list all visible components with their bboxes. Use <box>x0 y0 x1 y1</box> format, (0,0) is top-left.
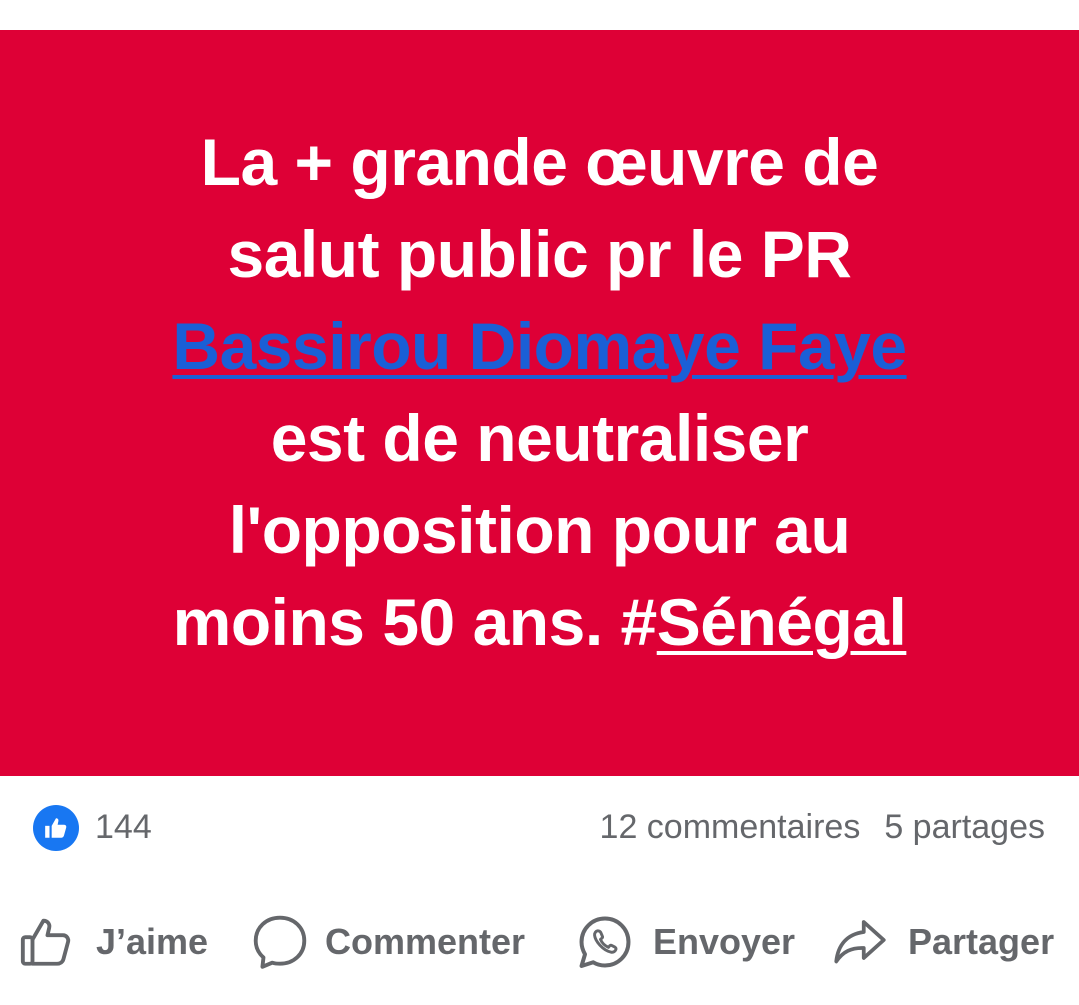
share-button[interactable]: Partager <box>830 900 1054 984</box>
post-text-line: l'opposition pour au <box>228 493 851 567</box>
post-image[interactable]: La + grande œuvre de salut public pr le … <box>0 30 1079 776</box>
speech-bubble-icon <box>249 911 311 973</box>
post-text-line: La + grande œuvre de <box>200 125 879 199</box>
thumbs-up-outline-icon <box>18 913 76 971</box>
action-bar: J’aime Commenter Envoyer Partager <box>0 900 1079 984</box>
post-text: La + grande œuvre de salut public pr le … <box>172 116 907 668</box>
post-text-line: salut public pr le PR <box>227 217 852 291</box>
like-button[interactable]: J’aime <box>18 900 208 984</box>
reactions-summary: 144 12 commentaires 5 partages <box>0 800 1079 856</box>
send-button-label: Envoyer <box>653 921 796 962</box>
share-arrow-icon <box>830 912 890 972</box>
thumbs-up-icon[interactable] <box>33 805 79 851</box>
send-button[interactable]: Envoyer <box>573 900 795 984</box>
shares-count[interactable]: 5 partages <box>884 808 1045 846</box>
post-text-line: est de neutraliser <box>270 401 809 475</box>
like-count[interactable]: 144 <box>95 808 152 847</box>
comment-button-label: Commenter <box>325 921 526 962</box>
hashtag-link[interactable]: Sénégal <box>657 585 907 659</box>
comment-button[interactable]: Commenter <box>249 900 525 984</box>
mention-link[interactable]: Bassirou Diomaye Faye <box>172 309 907 383</box>
post-text-line: moins 50 ans. # <box>172 585 658 659</box>
whatsapp-icon <box>573 910 637 974</box>
share-button-label: Partager <box>908 921 1055 962</box>
like-button-label: J’aime <box>96 921 209 962</box>
comments-count[interactable]: 12 commentaires <box>600 808 861 846</box>
